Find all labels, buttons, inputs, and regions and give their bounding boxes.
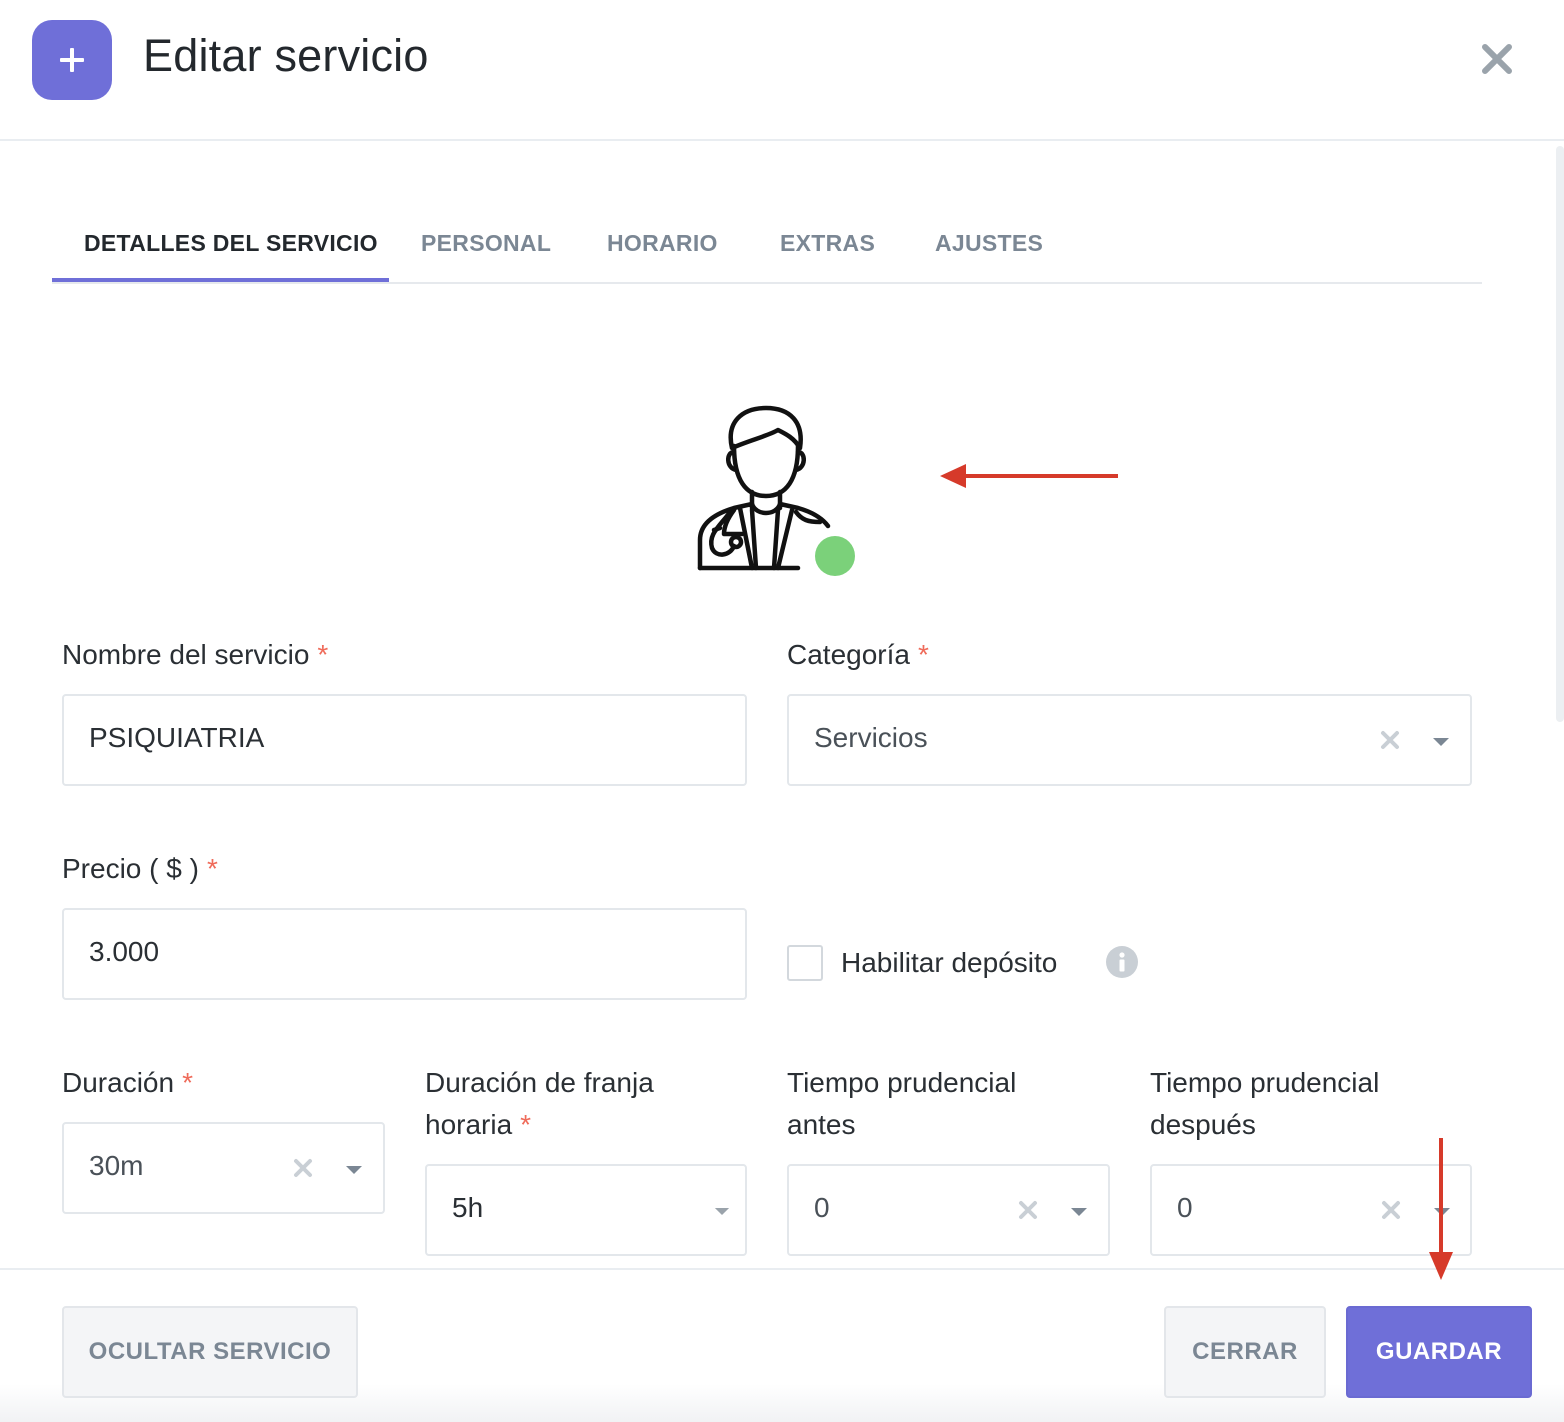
slot-duration-select[interactable]: 5h [425,1164,747,1256]
tab-ajustes[interactable]: AJUSTES [935,230,1043,257]
slot-duration-label: Duración de franja horaria * [425,1067,654,1140]
tab-horario[interactable]: HORARIO [607,230,718,257]
tab-detalles-del-servicio[interactable]: DETALLES DEL SERVICIO [84,230,378,257]
category-label: Categoría * [787,639,929,670]
duration-select[interactable]: 30m [62,1122,385,1214]
chevron-down-icon[interactable] [714,1207,730,1216]
tab-bar: DETALLES DEL SERVICIO PERSONAL HORARIO E… [52,206,1482,284]
clear-icon[interactable] [1380,730,1400,750]
status-indicator [815,536,855,576]
close-button[interactable]: CERRAR [1164,1306,1326,1398]
annotation-arrow-down [1429,1138,1453,1280]
service-name-input[interactable]: PSIQUIATRIA [62,694,747,786]
active-tab-indicator [52,278,389,282]
price-label: Precio ( $ ) * [62,853,218,884]
scrollbar[interactable] [1556,146,1564,722]
clear-icon[interactable] [293,1158,313,1178]
page-title: Editar servicio [143,30,429,81]
modal-footer: OCULTAR SERVICIO CERRAR GUARDAR [0,1268,1564,1422]
chevron-down-icon[interactable] [345,1165,363,1175]
annotation-arrow-left [940,464,1118,488]
clear-icon[interactable] [1018,1200,1038,1220]
buffer-before-select[interactable]: 0 [787,1164,1110,1256]
service-name-value: PSIQUIATRIA [89,722,265,753]
save-button[interactable]: GUARDAR [1346,1306,1532,1398]
deposit-label: Habilitar depósito [841,947,1058,978]
category-value: Servicios [814,722,928,753]
clear-icon[interactable] [1381,1200,1401,1220]
plus-icon [32,20,112,100]
chevron-down-icon[interactable] [1432,737,1450,747]
buffer-after-value: 0 [1177,1192,1193,1223]
hide-service-button[interactable]: OCULTAR SERVICIO [62,1306,358,1398]
slot-duration-value: 5h [452,1192,484,1223]
deposit-checkbox[interactable] [787,945,823,981]
info-icon[interactable] [1106,946,1138,978]
category-select[interactable]: Servicios [787,694,1472,786]
price-value: 3.000 [89,936,160,967]
tab-personal[interactable]: PERSONAL [421,230,551,257]
duration-value: 30m [89,1150,144,1181]
price-input[interactable]: 3.000 [62,908,747,1000]
buffer-before-label: Tiempo prudencial antes [787,1067,1017,1140]
chevron-down-icon[interactable] [1070,1207,1088,1217]
buffer-after-label: Tiempo prudencial después [1150,1067,1380,1140]
tab-extras[interactable]: EXTRAS [780,230,875,257]
duration-label: Duración * [62,1067,193,1098]
buffer-before-value: 0 [814,1192,830,1223]
buffer-after-select[interactable]: 0 [1150,1164,1472,1256]
close-icon[interactable] [1480,42,1514,81]
service-name-label: Nombre del servicio * [62,639,329,670]
modal-header: Editar servicio [0,0,1564,141]
